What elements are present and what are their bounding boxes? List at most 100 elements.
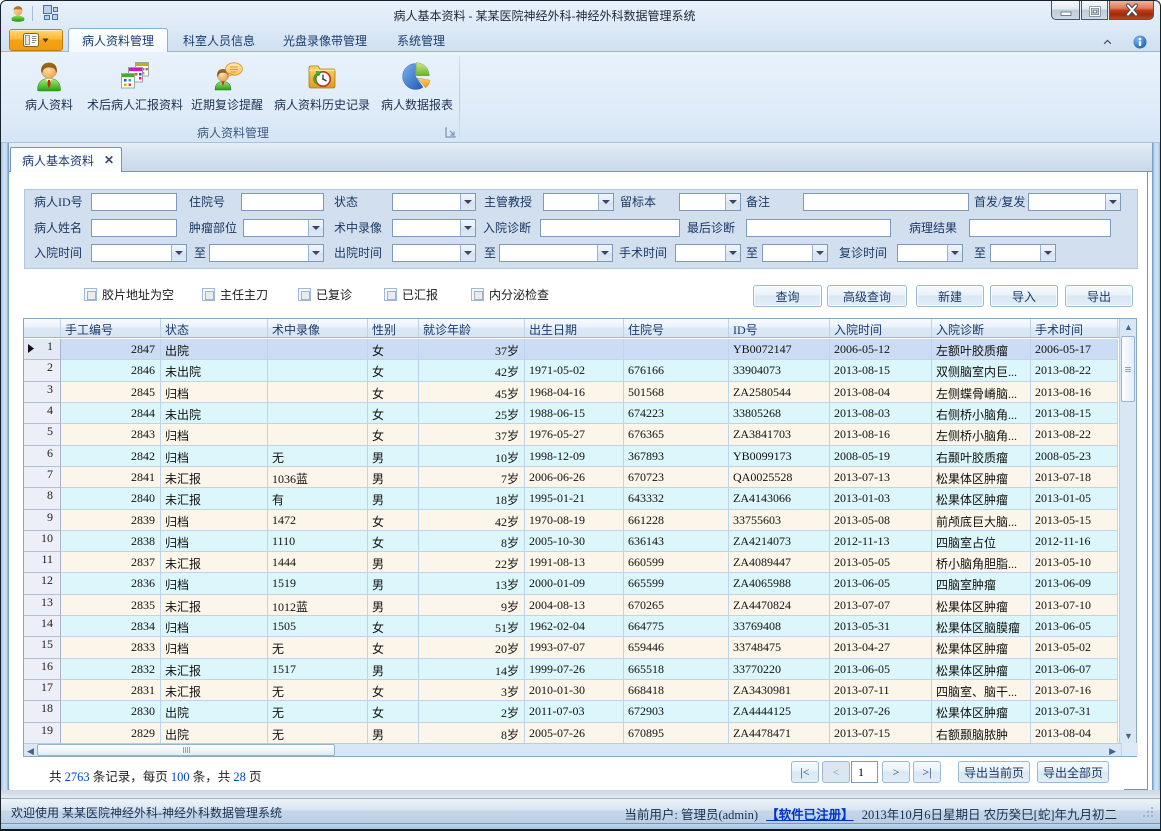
table-row[interactable]: 152833归档无女20岁1993-07-0765944633748475201… <box>24 637 1119 658</box>
cell[interactable]: 女 <box>368 701 419 722</box>
ribbon-button-data-report[interactable]: 病人数据报表 <box>376 56 458 126</box>
cell[interactable]: 636143 <box>624 531 729 552</box>
cell[interactable]: 2013-08-15 <box>1031 403 1118 424</box>
next-page-button[interactable]: > <box>882 761 910 783</box>
pathology-result-input[interactable] <box>969 219 1111 237</box>
cell[interactable]: 2013-07-26 <box>830 701 932 722</box>
cell[interactable]: 45岁 <box>419 382 525 403</box>
cell[interactable]: 2013-06-05 <box>830 659 932 680</box>
ribbon-button-postop-report[interactable]: 术后病人汇报资料 <box>83 56 187 126</box>
cell[interactable]: 661228 <box>624 510 729 531</box>
scroll-up-icon[interactable]: ▲ <box>1124 322 1133 332</box>
cell[interactable]: 670895 <box>624 723 729 744</box>
cell[interactable]: 无 <box>268 680 368 701</box>
cell[interactable]: 未汇报 <box>161 552 268 573</box>
table-row[interactable]: 82840未汇报有男18岁1995-01-21643332ZA414306620… <box>24 488 1119 509</box>
cell[interactable]: 2013-01-05 <box>1031 488 1118 509</box>
cell[interactable]: 2013-06-07 <box>1031 659 1118 680</box>
cell[interactable]: 2832 <box>61 659 161 680</box>
column-header-2[interactable]: 状态 <box>161 319 268 337</box>
cell[interactable]: 2013-08-16 <box>1031 382 1118 403</box>
discharge-time-from-dropdown-arrow-icon[interactable] <box>460 245 475 261</box>
cell[interactable]: 2841 <box>61 467 161 488</box>
cell[interactable]: 未汇报 <box>161 659 268 680</box>
cell[interactable]: 3岁 <box>419 680 525 701</box>
cell[interactable]: 676365 <box>624 424 729 445</box>
specimen-dropdown-arrow-icon[interactable] <box>725 194 740 210</box>
cell[interactable]: 2844 <box>61 403 161 424</box>
cell[interactable]: 51岁 <box>419 616 525 637</box>
table-row[interactable]: 162832未汇报1517男14岁1999-07-266655183377022… <box>24 659 1119 680</box>
cell[interactable]: 归档 <box>161 424 268 445</box>
cell[interactable]: 37岁 <box>419 339 525 360</box>
scroll-right-icon[interactable]: ▶ <box>1109 746 1116 757</box>
ribbon-tab-patient-data[interactable]: 病人资料管理 <box>68 28 168 52</box>
cell[interactable]: 2011-07-03 <box>525 701 624 722</box>
cell[interactable]: 2006-06-26 <box>525 467 624 488</box>
revisit-time-from-dropdown[interactable] <box>897 244 963 262</box>
first-recurrence-dropdown-arrow-icon[interactable] <box>1105 194 1120 210</box>
cell[interactable]: 桥小脑角胆脂... <box>932 552 1031 573</box>
table-row[interactable]: 92839归档1472女42岁1970-08-19661228337556032… <box>24 510 1119 531</box>
prev-page-button[interactable]: < <box>822 761 850 783</box>
column-header-11[interactable]: 手术时间 <box>1031 319 1118 337</box>
cell[interactable]: 1993-07-07 <box>525 637 624 658</box>
status-dropdown[interactable] <box>392 193 476 211</box>
table-row[interactable]: 142834归档1505女51岁1962-02-0466477533769408… <box>24 616 1119 637</box>
cell[interactable] <box>268 403 368 424</box>
cell[interactable]: 有 <box>268 488 368 509</box>
cell[interactable]: 四脑室肿瘤 <box>932 573 1031 594</box>
table-row[interactable]: 32845归档女45岁1968-04-16501568ZA25805442013… <box>24 382 1119 403</box>
cell[interactable]: 18岁 <box>419 488 525 509</box>
cell[interactable]: 2836 <box>61 573 161 594</box>
cell[interactable]: 33904073 <box>729 360 830 381</box>
cell[interactable]: 10岁 <box>419 446 525 467</box>
status-dropdown-arrow-icon[interactable] <box>460 194 475 210</box>
cell[interactable]: 未出院 <box>161 360 268 381</box>
scroll-left-icon[interactable]: ◀ <box>27 746 34 757</box>
cell[interactable]: 13岁 <box>419 573 525 594</box>
maximize-restore-button[interactable] <box>1081 1 1108 20</box>
cell[interactable]: 1505 <box>268 616 368 637</box>
cell[interactable]: 2013-08-04 <box>830 382 932 403</box>
table-row[interactable]: 42844未出院女25岁1988-06-15674223338052682013… <box>24 403 1119 424</box>
vertical-scrollbar[interactable]: ▲ ▼ <box>1119 319 1136 744</box>
cell[interactable]: 2013-06-05 <box>830 573 932 594</box>
export-button[interactable]: 导出 <box>1065 285 1133 307</box>
cell[interactable]: 女 <box>368 382 419 403</box>
cell[interactable]: 左额叶胶质瘤 <box>932 339 1031 360</box>
ribbon-button-patient-data[interactable]: 病人资料 <box>17 56 81 126</box>
table-row[interactable]: 62842归档无男10岁1998-12-09367893YB0099173200… <box>24 446 1119 467</box>
column-header-4[interactable]: 性别 <box>368 319 419 337</box>
cell[interactable]: 8岁 <box>419 531 525 552</box>
cell[interactable]: 2010-01-30 <box>525 680 624 701</box>
cell[interactable]: 42岁 <box>419 510 525 531</box>
specimen-dropdown[interactable] <box>679 193 741 211</box>
cell[interactable]: 1970-08-19 <box>525 510 624 531</box>
cell[interactable]: 665599 <box>624 573 729 594</box>
cell[interactable]: 2829 <box>61 723 161 744</box>
cell[interactable]: 8岁 <box>419 723 525 744</box>
inpatient-no-input[interactable] <box>241 193 324 211</box>
cell[interactable]: ZA3430981 <box>729 680 830 701</box>
cell[interactable]: 33748475 <box>729 637 830 658</box>
cell[interactable]: 右额颞脑脓肿 <box>932 723 1031 744</box>
cell[interactable]: 664775 <box>624 616 729 637</box>
cell[interactable]: 右颞叶胶质瘤 <box>932 446 1031 467</box>
cell[interactable]: 2833 <box>61 637 161 658</box>
patient-id-input[interactable] <box>91 193 177 211</box>
cell[interactable]: 2005-07-26 <box>525 723 624 744</box>
scroll-down-icon[interactable]: ▼ <box>1124 731 1133 741</box>
cell[interactable]: 2013-01-03 <box>830 488 932 509</box>
cell[interactable]: 2842 <box>61 446 161 467</box>
table-row[interactable]: 112837未汇报1444男22岁1991-08-13660599ZA40894… <box>24 552 1119 573</box>
ribbon-button-revisit-reminder[interactable]: 近期复诊提醒 <box>190 56 264 126</box>
cell[interactable]: 2835 <box>61 595 161 616</box>
cell[interactable]: 无 <box>268 723 368 744</box>
cell[interactable]: ZA4444125 <box>729 701 830 722</box>
cell[interactable]: 2013-07-13 <box>830 467 932 488</box>
cell[interactable]: 7岁 <box>419 467 525 488</box>
cell[interactable]: 女 <box>368 531 419 552</box>
first-page-button[interactable]: |< <box>791 761 819 783</box>
cell[interactable]: 未汇报 <box>161 467 268 488</box>
